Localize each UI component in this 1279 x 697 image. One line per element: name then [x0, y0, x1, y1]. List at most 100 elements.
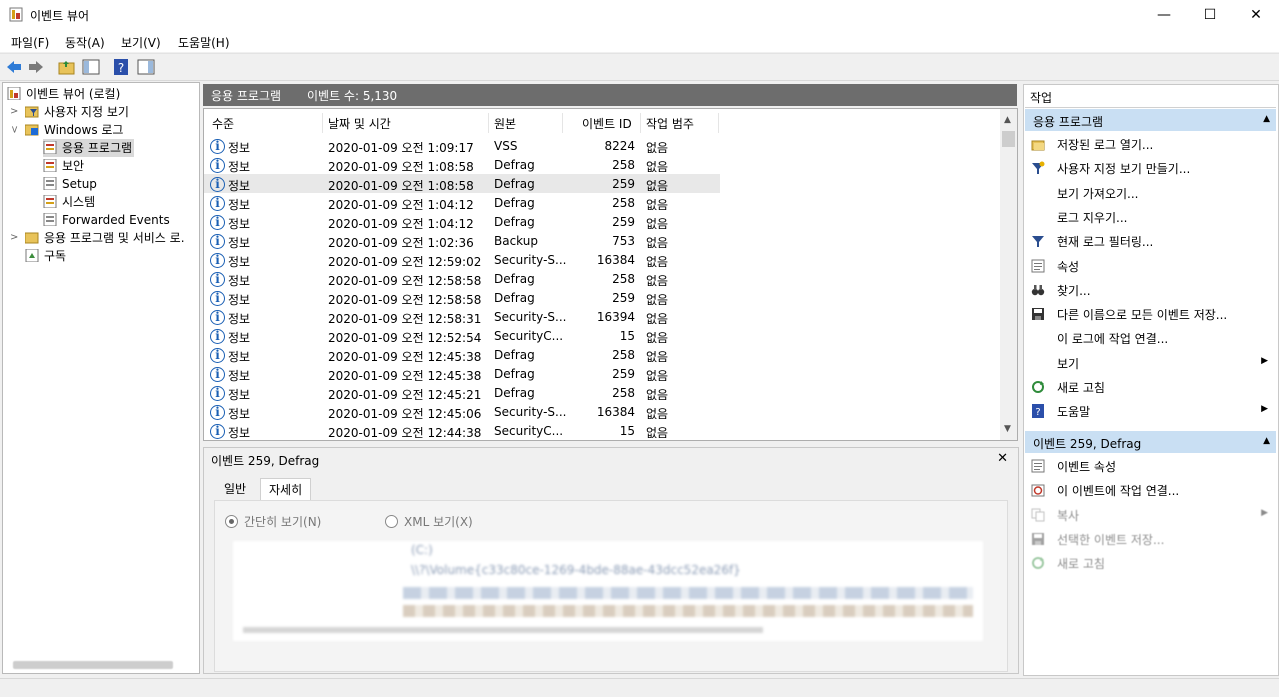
expand-custom-views-icon[interactable]: > [10, 106, 18, 117]
event-row[interactable]: i 정보 2020-01-09 오전 1:08:58 Defrag 258 없음 [204, 155, 720, 174]
event-details-pane: 이벤트 259, Defrag ✕ 일반 자세히 간단히 보기(N) XML 보… [203, 447, 1019, 674]
menu-file[interactable]: 파일(F) [11, 34, 49, 51]
action-item[interactable]: 보기 가져오기... [1024, 182, 1274, 204]
action-item[interactable]: 복사 ▶ [1024, 504, 1274, 526]
event-row[interactable]: i 정보 2020-01-09 오전 12:45:21 Defrag 258 없음 [204, 383, 720, 402]
action-item[interactable]: 새로 고침 [1024, 376, 1274, 398]
column-level[interactable]: 수준 [212, 115, 234, 132]
tree-app-log[interactable]: 응용 프로그램 [43, 139, 135, 157]
tab-general[interactable]: 일반 [216, 478, 254, 500]
tree-app-services[interactable]: 응용 프로그램 및 서비스 로. [25, 229, 185, 247]
event-row[interactable]: i 정보 2020-01-09 오전 1:02:36 Backup 753 없음 [204, 231, 720, 250]
column-category[interactable]: 작업 범주 [646, 115, 694, 132]
collapse-windows-logs-icon[interactable]: > [9, 125, 20, 133]
event-datetime: 2020-01-09 오전 1:08:58 [328, 160, 474, 174]
tree-subscriptions[interactable]: 구독 [25, 247, 66, 265]
tree-root[interactable]: 이벤트 뷰어 (로컬) [7, 85, 120, 103]
action-item[interactable]: 선택한 이벤트 저장... [1024, 528, 1274, 550]
expand-app-services-icon[interactable]: > [10, 232, 18, 243]
event-source: Defrag [494, 291, 535, 305]
menu-help[interactable]: 도움말(H) [178, 34, 230, 51]
radio-simple-view[interactable]: 간단히 보기(N) [225, 513, 321, 530]
event-row[interactable]: i 정보 2020-01-09 오전 1:04:12 Defrag 259 없음 [204, 212, 720, 231]
tree-windows-logs[interactable]: Windows 로그 [25, 121, 123, 139]
action-item[interactable]: ? 도움말 ▶ [1024, 400, 1274, 422]
tree-app-services-label: 응용 프로그램 및 서비스 로. [44, 231, 185, 245]
event-row[interactable]: i 정보 2020-01-09 오전 1:04:12 Defrag 258 없음 [204, 193, 720, 212]
details-title: 이벤트 259, Defrag [211, 454, 320, 468]
scroll-down-icon[interactable]: ▼ [1004, 424, 1011, 434]
action-item[interactable]: 찾기... [1024, 279, 1274, 301]
tree-security[interactable]: 보안 [43, 157, 84, 175]
status-bar [0, 678, 1279, 697]
event-row[interactable]: i 정보 2020-01-09 오전 12:44:38 SecurityC... 15 없… [204, 421, 720, 440]
menu-view[interactable]: 보기(V) [121, 34, 161, 51]
event-row[interactable]: i 정보 2020-01-09 오전 12:58:31 Security-S... 16… [204, 307, 720, 326]
event-row[interactable]: i 정보 2020-01-09 오전 12:58:58 Defrag 258 없음 [204, 269, 720, 288]
section-selected-event[interactable]: 이벤트 259, Defrag ▲ [1025, 431, 1276, 453]
forward-icon[interactable] [27, 58, 45, 76]
event-source: Backup [494, 234, 538, 248]
folder-up-icon[interactable] [58, 58, 76, 76]
event-datetime: 2020-01-09 오전 12:52:54 [328, 331, 482, 345]
event-id: 753 [612, 234, 635, 248]
tab-details[interactable]: 자세히 [260, 478, 312, 501]
minimize-button[interactable]: — [1141, 0, 1187, 30]
show-hide-action-pane-icon[interactable] [137, 58, 155, 76]
tree-horizontal-scrollbar[interactable] [13, 661, 173, 669]
tree-custom-views[interactable]: 사용자 지정 보기 [25, 103, 129, 121]
show-hide-tree-icon[interactable] [82, 58, 100, 76]
collapse-section-icon[interactable]: ▲ [1263, 436, 1270, 446]
radio-xml-view[interactable]: XML 보기(X) [385, 513, 473, 530]
action-item[interactable]: 보기 ▶ [1024, 352, 1274, 374]
event-source: Defrag [494, 196, 535, 210]
event-source: Defrag [494, 386, 535, 400]
event-source: Defrag [494, 215, 535, 229]
console-tree: 이벤트 뷰어 (로컬) > 사용자 지정 보기 > Windows 로그 응용 … [2, 82, 200, 674]
detail-horizontal-scrollbar[interactable] [243, 627, 763, 633]
action-item[interactable]: 현재 로그 필터링... [1024, 230, 1274, 252]
event-row[interactable]: i 정보 2020-01-09 오전 12:45:38 Defrag 258 없음 [204, 345, 720, 364]
column-event-id[interactable]: 이벤트 ID [582, 115, 632, 132]
collapse-section-icon[interactable]: ▲ [1263, 114, 1270, 124]
help-icon[interactable]: ? [112, 58, 130, 76]
event-id: 258 [612, 272, 635, 286]
action-item[interactable]: 이 이벤트에 작업 연결... [1024, 479, 1274, 501]
details-close-button[interactable]: ✕ [997, 451, 1008, 466]
maximize-button[interactable]: ☐ [1187, 0, 1233, 30]
event-row[interactable]: i 정보 2020-01-09 오전 12:58:58 Defrag 259 없음 [204, 288, 720, 307]
tree-setup[interactable]: Setup [43, 175, 97, 193]
event-level: 정보 [228, 274, 251, 288]
list-vertical-scrollbar[interactable]: ▲ ▼ [1000, 109, 1017, 440]
column-source[interactable]: 원본 [494, 115, 516, 132]
event-id: 15 [619, 329, 635, 343]
event-row[interactable]: i 정보 2020-01-09 오전 12:52:54 SecurityC... 15 없… [204, 326, 720, 345]
scroll-up-icon[interactable]: ▲ [1004, 115, 1011, 125]
event-id: 258 [612, 386, 635, 400]
action-item[interactable]: 이벤트 속성 [1024, 455, 1274, 477]
tree-forwarded-events[interactable]: Forwarded Events [43, 211, 170, 229]
action-item[interactable]: 이 로그에 작업 연결... [1024, 327, 1274, 349]
action-item[interactable]: 저장된 로그 열기... [1024, 133, 1274, 155]
event-row[interactable]: i 정보 2020-01-09 오전 12:59:02 Security-S... 16… [204, 250, 720, 269]
back-icon[interactable] [5, 58, 23, 76]
menu-action[interactable]: 동작(A) [65, 34, 105, 51]
event-row[interactable]: i 정보 2020-01-09 오전 12:45:06 Security-S... 16… [204, 402, 720, 421]
event-row[interactable]: i 정보 2020-01-09 오전 12:45:38 Defrag 259 없음 [204, 364, 720, 383]
event-row[interactable]: i 정보 2020-01-09 오전 1:09:17 VSS 8224 없음 [204, 136, 720, 155]
action-item[interactable]: 사용자 지정 보기 만들기... [1024, 157, 1274, 179]
tree-system[interactable]: 시스템 [43, 193, 95, 211]
close-button[interactable]: ✕ [1233, 0, 1279, 30]
event-row[interactable]: i 정보 2020-01-09 오전 1:08:58 Defrag 259 없음 [204, 174, 720, 193]
event-source: Defrag [494, 177, 535, 191]
event-datetime: 2020-01-09 오전 12:58:58 [328, 274, 482, 288]
event-detail-content: (C:) \\?\Volume{c33c80ce-1269-4bde-88ae-… [233, 541, 983, 641]
event-source: Defrag [494, 272, 535, 286]
action-item[interactable]: 새로 고침 [1024, 552, 1274, 574]
action-item[interactable]: 다른 이름으로 모든 이벤트 저장... [1024, 303, 1274, 325]
action-item[interactable]: 속성 [1024, 255, 1274, 277]
section-app-log[interactable]: 응용 프로그램 ▲ [1025, 109, 1276, 131]
scroll-thumb[interactable] [1002, 131, 1015, 147]
action-item[interactable]: 로그 지우기... [1024, 206, 1274, 228]
column-datetime[interactable]: 날짜 및 시간 [328, 115, 391, 132]
